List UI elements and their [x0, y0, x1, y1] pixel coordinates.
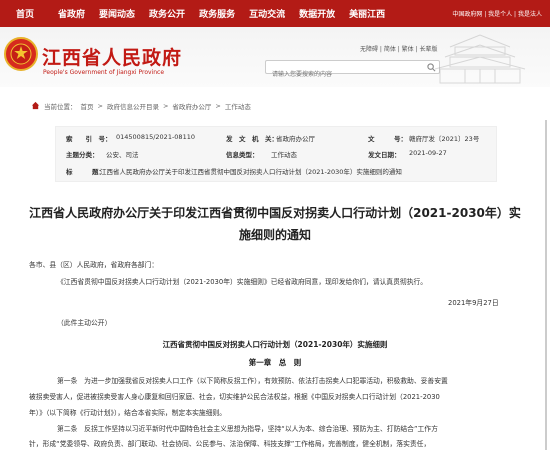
- nav-news[interactable]: 要闻动态: [92, 7, 142, 20]
- breadcrumb-office[interactable]: 省政府办公厅: [172, 101, 211, 111]
- nav-home[interactable]: 首页: [0, 7, 51, 20]
- national-emblem-icon: [4, 37, 38, 71]
- breadcrumb-sep: >: [97, 102, 103, 110]
- site-subtitle: People's Government of Jiangxi Province: [43, 69, 165, 76]
- article-note: （此件主动公开）: [57, 319, 112, 327]
- breadcrumb-sep: >: [162, 102, 169, 110]
- para2-line2: 针，形成“党委领导、政府负责、部门联动、社会协同、公民参与、法治保障、科技支撑”…: [29, 440, 431, 448]
- nav-open-data[interactable]: 数据开放: [292, 7, 342, 20]
- chapter-heading: 第一章 总 则: [248, 358, 302, 367]
- para2-line1: 第二条 反拐工作坚持以习近平新时代中国特色社会主义思想为指导，坚持“以人为本、综…: [57, 425, 438, 433]
- tengwang-pavilion-image: [434, 34, 526, 84]
- meta-org-label: 发 文 机 关：: [226, 135, 278, 143]
- breadcrumb: 当前位置： 首页 > 政府信息公开目录 > 省政府办公厅 > 工作动态: [0, 99, 550, 113]
- article-date: 2021年9月27日: [448, 299, 499, 307]
- breadcrumb-sep: >: [215, 102, 221, 110]
- breadcrumb-current[interactable]: 工作动态: [225, 101, 251, 111]
- breadcrumb-label: 当前位置：: [44, 103, 77, 111]
- home-icon: [31, 101, 40, 110]
- nav-right-links[interactable]: 中国政府网 | 我是个人 | 我是法人: [452, 9, 550, 18]
- article-title: 江西省人民政府办公厅关于印发江西省贯彻中国反对拐卖人口行动计划（2021-203…: [29, 206, 521, 242]
- site-header: 江西省人民政府 People's Government of Jiangxi P…: [0, 27, 550, 87]
- meta-doc-label: 文 号：: [368, 135, 407, 143]
- para1-line3: 年）》（以下简称《行动计划》），结合本省实际，制定本实施细则。: [29, 409, 227, 417]
- meta-doc-value: 赣府厅发〔2021〕23号: [409, 135, 480, 143]
- nav-gov-affairs[interactable]: 政务公开: [142, 7, 192, 20]
- meta-type-label: 信息类型：: [226, 151, 259, 159]
- para1-line1: 第一条 为进一步加强我省反对拐卖人口工作（以下简称反拐工作），有效预防、依法打击…: [57, 377, 448, 385]
- meta-index-label: 索 引 号：: [66, 135, 112, 143]
- nav-beautiful-jiangxi[interactable]: 美丽江西: [342, 7, 392, 20]
- meta-topic-value: 公安、司法: [106, 151, 139, 159]
- meta-date-value: 2021-09-27: [409, 149, 447, 157]
- meta-date-label: 发文日期：: [368, 151, 401, 159]
- breadcrumb-catalog[interactable]: 政府信息公开目录: [107, 101, 159, 111]
- meta-type-value: 工作动态: [271, 151, 297, 159]
- search-input[interactable]: [266, 69, 416, 81]
- site-title[interactable]: 江西省人民政府: [42, 43, 182, 70]
- top-nav: 首页 省政府 要闻动态 政务公开 政务服务 互动交流 数据开放 美丽江西 中国政…: [0, 0, 550, 27]
- breadcrumb-home[interactable]: 首页: [81, 101, 94, 111]
- meta-index-value: 014500815/2021-08110: [116, 133, 195, 141]
- nav-services[interactable]: 政务服务: [192, 7, 242, 20]
- article-subtitle: 江西省贯彻中国反对拐卖人口行动计划（2021-2030年）实施细则: [162, 340, 388, 349]
- document-meta-box: 索 引 号： 014500815/2021-08110 发 文 机 关： 省政府…: [55, 126, 497, 182]
- meta-topic-label: 主题分类：: [66, 151, 99, 159]
- article-intro: 《江西省贯彻中国反对拐卖人口行动计划（2021-2030年）实施细则》已经省政府…: [57, 278, 428, 286]
- para1-line2: 被拐卖受害人，促进被拐卖受害人身心康复和回归家庭、社会，切实维护公民合法权益，根…: [29, 393, 440, 401]
- scrollbar-track[interactable]: [545, 120, 547, 450]
- nav-province-gov[interactable]: 省政府: [51, 7, 92, 20]
- meta-title-value: 江西省人民政府办公厅关于印发江西省贯彻中国反对拐卖人口行动计划（2021-203…: [100, 168, 402, 176]
- article-salutation: 各市、县（区）人民政府，省政府各部门：: [29, 261, 159, 269]
- meta-org-value: 省政府办公厅: [276, 135, 315, 143]
- nav-interaction[interactable]: 互动交流: [242, 7, 292, 20]
